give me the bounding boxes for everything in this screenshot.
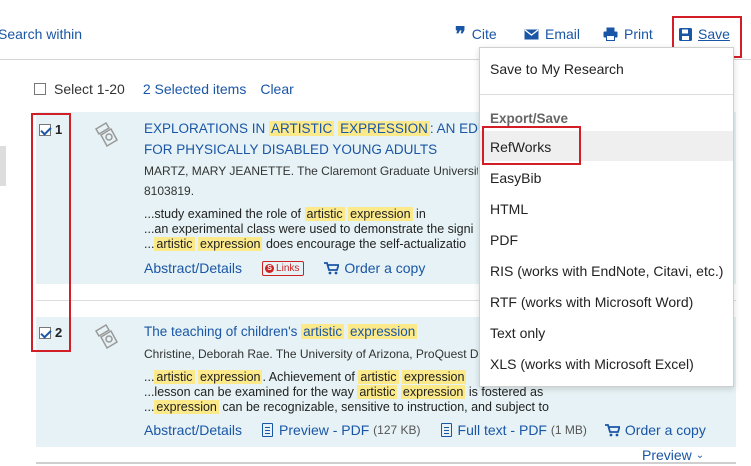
- menu-item-html[interactable]: HTML: [490, 201, 528, 217]
- record-1-title-line2[interactable]: FOR PHYSICALLY DISABLED YOUNG ADULTS: [144, 139, 437, 160]
- save-button[interactable]: Save: [679, 26, 730, 42]
- record-1-snippet-1: ...study examined the role of artistic e…: [144, 207, 426, 221]
- floppy-disk-icon: [679, 27, 692, 41]
- menu-divider: [480, 94, 733, 95]
- record-2-actions: Abstract/Details Preview - PDF (127 KB) …: [144, 422, 706, 438]
- menu-save-to-my-research[interactable]: Save to My Research: [490, 61, 624, 77]
- record-2-title[interactable]: The teaching of children's artistic expr…: [144, 321, 418, 342]
- cart-icon: [324, 261, 340, 274]
- dissertation-icon: [94, 121, 119, 148]
- record-2-order-link[interactable]: Order a copy: [604, 422, 706, 438]
- email-button[interactable]: Email: [524, 26, 580, 42]
- save-dropdown-menu: Save to My Research Export/Save RefWorks…: [479, 47, 734, 387]
- pdf-icon: [440, 423, 452, 437]
- checkbox-column-highlight-box: [31, 113, 71, 352]
- record-2-preview-pdf-link[interactable]: Preview - PDF (127 KB): [262, 422, 421, 438]
- links-logo-icon: S: [265, 263, 275, 273]
- record-2-fulltext-pdf-link[interactable]: Full text - PDF (1 MB): [440, 422, 587, 438]
- record-1-snippet-2: ...an experimental class were used to de…: [144, 222, 474, 236]
- left-pane-edge: [0, 146, 6, 186]
- select-all-checkbox[interactable]: [34, 83, 46, 95]
- selection-bar: Select 1-20 2 Selected items Clear: [34, 81, 294, 97]
- print-button[interactable]: Print: [603, 26, 653, 42]
- menu-item-easybib[interactable]: EasyBib: [490, 170, 541, 186]
- search-within-link[interactable]: Search within: [0, 26, 82, 42]
- pdf-icon: [262, 423, 274, 437]
- menu-item-pdf[interactable]: PDF: [490, 232, 518, 248]
- printer-icon: [603, 27, 618, 41]
- clear-selection-link[interactable]: Clear: [260, 81, 293, 97]
- record-2-abstract-link[interactable]: Abstract/Details: [144, 422, 242, 438]
- record-1-title[interactable]: EXPLORATIONS IN ARTISTIC EXPRESSION: AN …: [144, 118, 479, 139]
- cart-icon: [604, 423, 620, 436]
- record-bottom-border: [36, 462, 736, 464]
- quote-icon: ❞: [455, 22, 466, 46]
- record-2-snippet-3: ... expression can be recognizable, sensi…: [144, 400, 549, 414]
- menu-item-text-only[interactable]: Text only: [490, 325, 545, 341]
- record-1-pub-number: 8103819.: [144, 184, 195, 198]
- record-1-author-source: MARTZ, MARY JEANETTE. The Claremont Grad…: [144, 164, 478, 178]
- menu-item-ris[interactable]: RIS (works with EndNote, Citavi, etc.): [490, 263, 723, 279]
- record-1-actions: Abstract/Details S Links Order a copy: [144, 260, 425, 276]
- chevron-down-icon: ⌄: [695, 449, 705, 461]
- record-1-links-badge[interactable]: S Links: [262, 260, 305, 276]
- envelope-icon: [524, 28, 539, 39]
- record-2-preview-toggle[interactable]: Preview ⌄: [642, 447, 704, 463]
- menu-export-save-header: Export/Save: [490, 111, 569, 126]
- dissertation-icon: [94, 323, 119, 350]
- selected-items-link[interactable]: 2 Selected items: [143, 81, 247, 97]
- menu-item-xls[interactable]: XLS (works with Microsoft Excel): [490, 356, 694, 372]
- cite-button[interactable]: ❞ Cite: [455, 22, 497, 46]
- record-2-author-source: Christine, Deborah Rae. The University o…: [144, 347, 478, 361]
- record-1-snippet-3: ... artistic expression does encourage th…: [144, 237, 467, 251]
- record-1-abstract-link[interactable]: Abstract/Details: [144, 260, 242, 276]
- select-all-label: Select 1-20: [54, 81, 125, 97]
- record-1-order-link[interactable]: Order a copy: [324, 260, 425, 276]
- record-2-snippet-2: ...lesson can be examined for the way ar…: [144, 385, 544, 399]
- record-2-snippet-1: ... artistic expression. Achievement of a…: [144, 370, 467, 384]
- refworks-highlight-box: [482, 126, 581, 165]
- menu-item-rtf[interactable]: RTF (works with Microsoft Word): [490, 294, 693, 310]
